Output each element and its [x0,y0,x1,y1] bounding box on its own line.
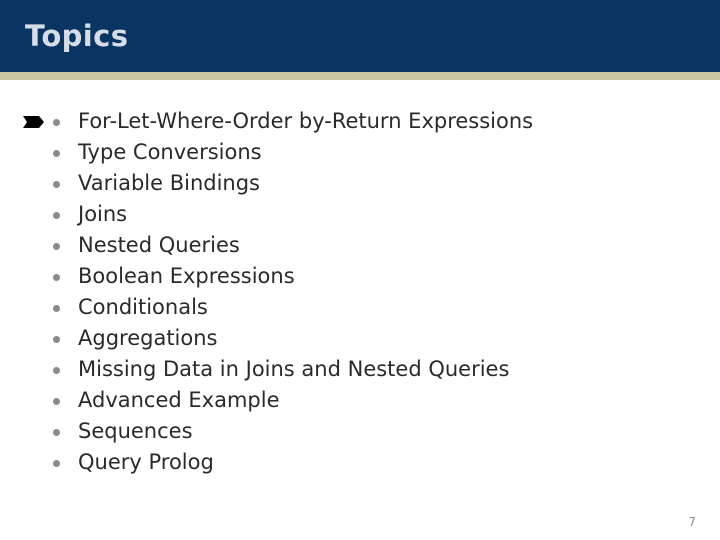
list-item-label: Aggregations [78,326,218,350]
bullet-dot-icon [53,429,60,436]
bullet-dot-icon [53,212,60,219]
list-item: Advanced Example [0,385,720,416]
list-item-label: Advanced Example [78,388,280,412]
list-item-label: Query Prolog [78,450,214,474]
slide-content: For-Let-Where-Order by-Return Expression… [0,80,720,540]
bullet-dot-icon [53,243,60,250]
list-item-label: Sequences [78,419,193,443]
bullet-dot-icon [53,305,60,312]
list-item: Boolean Expressions [0,261,720,292]
list-item-label: Conditionals [78,295,208,319]
slide: Topics For-Let-Where-Order by-Return Exp… [0,0,720,540]
list-item-label: For-Let-Where-Order by-Return Expression… [78,109,534,133]
list-item-label: Boolean Expressions [78,264,295,288]
page-title: Topics [25,19,129,53]
list-item: Sequences [0,416,720,447]
list-item: Type Conversions [0,137,720,168]
topic-list: For-Let-Where-Order by-Return Expression… [0,106,720,478]
list-item: Nested Queries [0,230,720,261]
list-item-label: Type Conversions [78,140,262,164]
header-accent-stripe [0,72,720,80]
list-item: Conditionals [0,292,720,323]
list-item: Joins [0,199,720,230]
list-item: Missing Data in Joins and Nested Queries [0,354,720,385]
bullet-dot-icon [53,367,60,374]
list-item: For-Let-Where-Order by-Return Expression… [0,106,720,137]
list-item-label: Joins [78,202,128,226]
bullet-dot-icon [53,398,60,405]
list-item-label: Missing Data in Joins and Nested Queries [78,357,510,381]
list-item: Query Prolog [0,447,720,478]
list-item: Aggregations [0,323,720,354]
bullet-dot-icon [53,336,60,343]
page-number: 7 [688,515,696,529]
bullet-dot-icon [53,119,60,126]
list-item-label: Variable Bindings [78,171,260,195]
list-item: Variable Bindings [0,168,720,199]
bullet-dot-icon [53,150,60,157]
bullet-dot-icon [53,181,60,188]
bullet-dot-icon [53,460,60,467]
list-item-label: Nested Queries [78,233,240,257]
pennant-arrow-icon [23,116,44,128]
bullet-dot-icon [53,274,60,281]
